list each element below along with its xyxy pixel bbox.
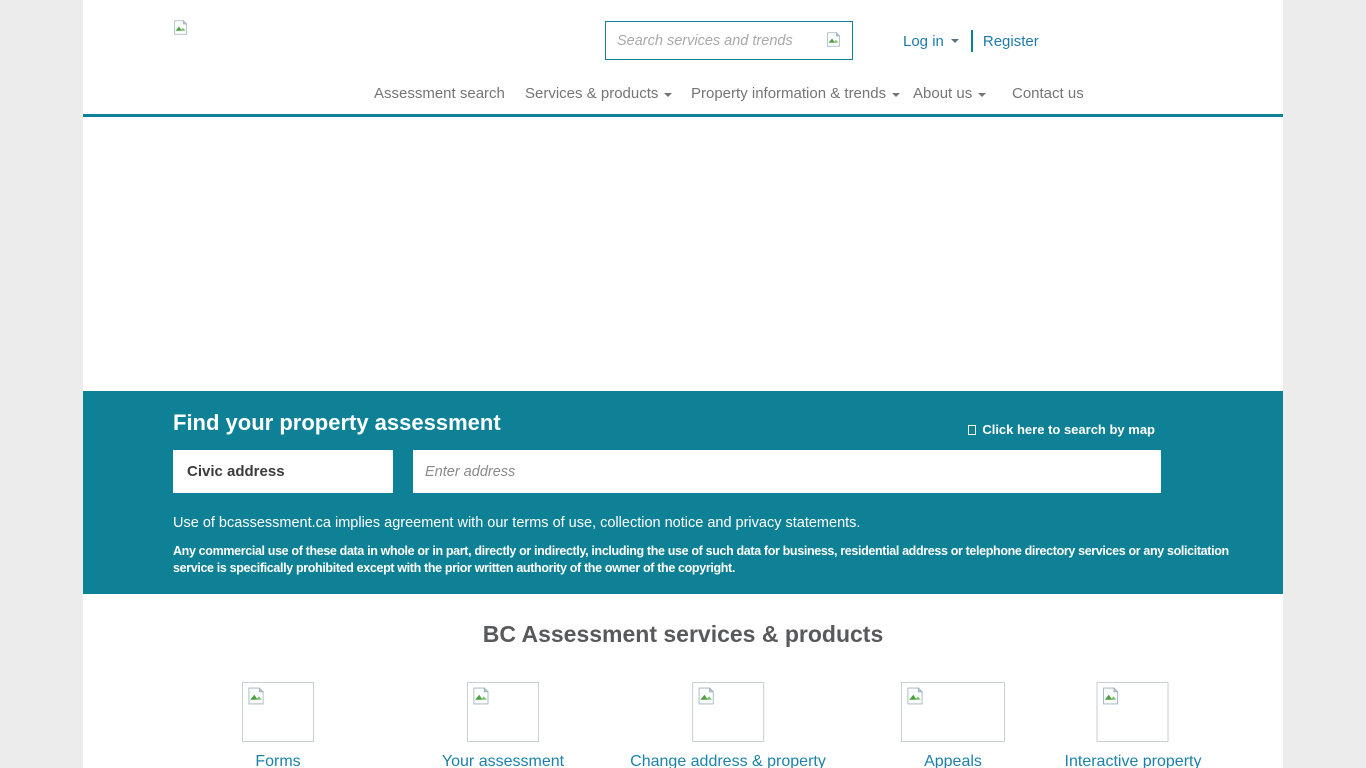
top-header: Log in Register Assessment search Servic… (83, 0, 1283, 117)
map-icon (968, 425, 976, 435)
nav-label: Services & products (525, 85, 658, 102)
service-card-label[interactable]: Your assessment (442, 753, 564, 768)
service-card-change-address-property[interactable]: Change address & property (630, 682, 826, 768)
service-card-your-assessment[interactable]: Your assessment (442, 682, 564, 768)
search-type-select[interactable]: Civic address (173, 450, 393, 493)
chevron-down-icon (978, 93, 986, 97)
page-container: Log in Register Assessment search Servic… (83, 0, 1283, 768)
service-card-appeals[interactable]: Appeals (901, 682, 1005, 768)
card-broken-image-icon (1097, 682, 1169, 742)
card-broken-image-icon (242, 682, 314, 742)
services-title: BC Assessment services & products (83, 621, 1283, 648)
main-nav: Assessment search Services & products Pr… (83, 0, 1283, 117)
assessment-search-form: Civic address (173, 450, 1161, 493)
nav-item-about-us[interactable]: About us (913, 85, 986, 102)
service-card-label[interactable]: Appeals (924, 753, 982, 768)
services-section: BC Assessment services & products Forms … (83, 594, 1283, 768)
search-type-value: Civic address (187, 463, 285, 480)
nav-label: Property information & trends (691, 85, 886, 102)
service-card-forms[interactable]: Forms (242, 682, 314, 768)
card-broken-image-icon (467, 682, 539, 742)
service-card-label[interactable]: Forms (255, 753, 300, 768)
map-link-label: Click here to search by map (982, 422, 1155, 437)
banner-title: Find your property assessment (173, 410, 501, 436)
address-input[interactable] (413, 450, 1161, 493)
hero-carousel (83, 120, 1283, 391)
copyright-statement-line1: Any commercial use of these data in whol… (173, 544, 1229, 558)
service-card-label[interactable]: Change address & property (630, 753, 826, 768)
card-broken-image-icon (901, 682, 1005, 742)
chevron-down-icon (664, 93, 672, 97)
search-by-map-link[interactable]: Click here to search by map (968, 422, 1155, 437)
find-assessment-banner: Find your property assessment Click here… (83, 391, 1283, 594)
service-card-label[interactable]: Interactive property (1065, 753, 1202, 768)
nav-item-services-products[interactable]: Services & products (525, 85, 672, 102)
nav-item-contact-us[interactable]: Contact us (1012, 85, 1084, 102)
copyright-statement-line2: service is specifically prohibited excep… (173, 561, 735, 575)
card-broken-image-icon (692, 682, 764, 742)
chevron-down-icon (892, 93, 900, 97)
terms-statement: Use of bcassessment.ca implies agreement… (173, 515, 860, 531)
service-card-interactive-property[interactable]: Interactive property (1065, 682, 1202, 768)
nav-item-property-information-trends[interactable]: Property information & trends (691, 85, 900, 102)
nav-label: About us (913, 85, 972, 102)
nav-label: Assessment search (374, 85, 505, 102)
nav-item-assessment-search[interactable]: Assessment search (374, 85, 505, 102)
nav-label: Contact us (1012, 85, 1084, 102)
